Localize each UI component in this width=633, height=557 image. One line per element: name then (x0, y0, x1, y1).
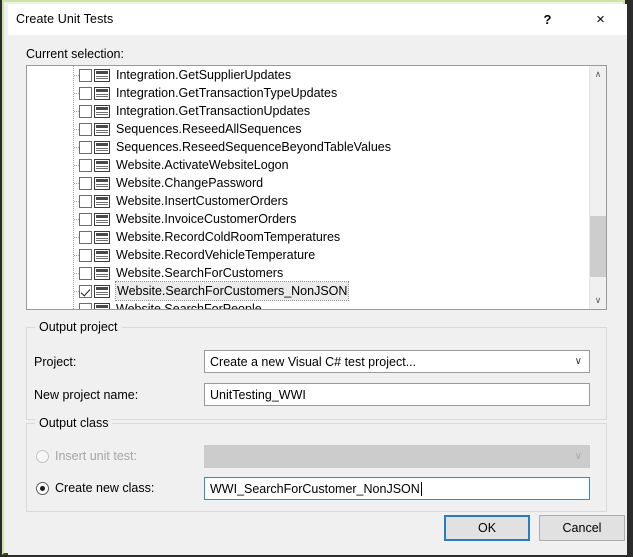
text-cursor (421, 482, 422, 496)
new-project-name-value: UnitTesting_WWI (210, 388, 306, 402)
stored-procedure-icon (94, 69, 110, 82)
tree-item-label: Integration.GetSupplierUpdates (116, 66, 291, 84)
tree-row[interactable]: Website.SearchForPeople (27, 300, 589, 309)
checkbox-unchecked[interactable] (79, 231, 92, 244)
checkbox-unchecked[interactable] (79, 87, 92, 100)
stored-procedure-icon (94, 123, 110, 136)
project-label: Project: (34, 355, 76, 369)
tree-item-label: Integration.GetTransactionUpdates (116, 102, 310, 120)
stored-procedure-icon (94, 303, 110, 310)
tree-row[interactable]: Website.SearchForCustomers (27, 264, 589, 282)
create-new-class-value: WWI_SearchForCustomer_NonJSON (210, 482, 420, 496)
tree-row[interactable]: Website.InvoiceCustomerOrders (27, 210, 589, 228)
tree-item-label: Sequences.ReseedSequenceBeyondTableValue… (116, 138, 391, 156)
tree-row[interactable]: Website.RecordVehicleTemperature (27, 246, 589, 264)
tree-row[interactable]: Website.SearchForCustomers_NonJSON (27, 282, 589, 300)
stored-procedure-icon (94, 105, 110, 118)
new-project-name-input[interactable]: UnitTesting_WWI (204, 383, 590, 406)
create-new-class-radio[interactable] (36, 482, 49, 495)
tree-item-label: Website.InvoiceCustomerOrders (116, 210, 296, 228)
tree-item-label: Website.SearchForCustomers_NonJSON (116, 282, 348, 300)
checkbox-unchecked[interactable] (79, 249, 92, 262)
output-class-group: Output class Insert unit test: ∨ Create … (26, 423, 607, 512)
tree-row[interactable]: Website.ActivateWebsiteLogon (27, 156, 589, 174)
tree-row[interactable]: Website.InsertCustomerOrders (27, 192, 589, 210)
tree-item-label: Website.SearchForPeople (116, 300, 262, 309)
title-bar: Create Unit Tests ? × (8, 4, 627, 35)
tree-row[interactable]: Website.ChangePassword (27, 174, 589, 192)
output-class-group-title: Output class (35, 416, 112, 430)
insert-unit-test-radio (36, 450, 49, 463)
chevron-down-icon: ∨ (575, 356, 582, 367)
checkbox-unchecked[interactable] (79, 195, 92, 208)
tree-row[interactable]: Sequences.ReseedSequenceBeyondTableValue… (27, 138, 589, 156)
checkbox-unchecked[interactable] (79, 105, 92, 118)
checkbox-checked[interactable] (79, 285, 92, 298)
output-project-group-title: Output project (35, 320, 122, 334)
create-unit-tests-dialog: Create Unit Tests ? × Current selection:… (8, 4, 627, 555)
tree-row[interactable]: Integration.GetTransactionTypeUpdates (27, 84, 589, 102)
chevron-down-icon-disabled: ∨ (575, 451, 582, 462)
help-icon[interactable]: ? (525, 4, 570, 34)
checkbox-unchecked[interactable] (79, 141, 92, 154)
stored-procedure-icon (94, 231, 110, 244)
stored-procedure-icon (94, 195, 110, 208)
stored-procedure-icon (94, 159, 110, 172)
insert-unit-test-label: Insert unit test: (55, 449, 137, 463)
cancel-button[interactable]: Cancel (539, 515, 625, 541)
tree-item-label: Website.RecordVehicleTemperature (116, 246, 315, 264)
stored-procedure-icon (94, 213, 110, 226)
checkbox-unchecked[interactable] (79, 267, 92, 280)
insert-unit-test-dropdown: ∨ (204, 445, 590, 468)
output-project-group: Output project Project: Create a new Vis… (26, 327, 607, 420)
create-new-class-input[interactable]: WWI_SearchForCustomer_NonJSON (204, 477, 590, 500)
new-project-name-label: New project name: (34, 388, 138, 402)
window-frame: Create Unit Tests ? × Current selection:… (0, 0, 633, 557)
stored-procedure-icon (94, 267, 110, 280)
checkbox-unchecked[interactable] (79, 69, 92, 82)
checkbox-unchecked[interactable] (79, 159, 92, 172)
close-icon[interactable]: × (578, 4, 623, 34)
checkbox-unchecked[interactable] (79, 213, 92, 226)
tree-row[interactable]: Website.RecordColdRoomTemperatures (27, 228, 589, 246)
stored-procedure-tree[interactable]: Integration.GetSupplierUpdatesIntegratio… (26, 65, 607, 310)
tree-item-label: Website.SearchForCustomers (116, 264, 283, 282)
tree-vertical-scrollbar[interactable]: ∧ ∨ (589, 66, 606, 309)
current-selection-label: Current selection: (26, 47, 124, 61)
checkbox-unchecked[interactable] (79, 303, 92, 310)
project-dropdown-value: Create a new Visual C# test project... (210, 355, 416, 369)
stored-procedure-icon (94, 177, 110, 190)
tree-item-label: Website.InsertCustomerOrders (116, 192, 288, 210)
checkbox-unchecked[interactable] (79, 177, 92, 190)
stored-procedure-icon (94, 249, 110, 262)
tree-item-label: Website.RecordColdRoomTemperatures (116, 228, 340, 246)
window-green-border: Create Unit Tests ? × Current selection:… (2, 0, 625, 555)
scroll-down-icon[interactable]: ∨ (590, 292, 606, 309)
scrollbar-thumb[interactable] (590, 216, 606, 277)
stored-procedure-icon (94, 141, 110, 154)
tree-item-label: Sequences.ReseedAllSequences (116, 120, 302, 138)
tree-row[interactable]: Sequences.ReseedAllSequences (27, 120, 589, 138)
tree-row[interactable]: Integration.GetTransactionUpdates (27, 102, 589, 120)
tree-row[interactable]: Integration.GetSupplierUpdates (27, 66, 589, 84)
window-title: Create Unit Tests (16, 12, 113, 26)
tree-item-label: Website.ActivateWebsiteLogon (116, 156, 289, 174)
checkbox-unchecked[interactable] (79, 123, 92, 136)
project-dropdown[interactable]: Create a new Visual C# test project... ∨ (204, 350, 590, 373)
tree-item-label: Website.ChangePassword (116, 174, 263, 192)
dialog-content: Current selection: Integration.GetSuppli… (8, 35, 627, 555)
stored-procedure-icon (94, 87, 110, 100)
tree-scroll-viewport: Integration.GetSupplierUpdatesIntegratio… (27, 66, 589, 309)
ok-button[interactable]: OK (444, 515, 530, 541)
tree-guide-line (73, 300, 74, 309)
stored-procedure-icon (94, 285, 110, 298)
tree-item-label: Integration.GetTransactionTypeUpdates (116, 84, 337, 102)
create-new-class-label: Create new class: (55, 481, 154, 495)
scroll-up-icon[interactable]: ∧ (590, 66, 606, 83)
